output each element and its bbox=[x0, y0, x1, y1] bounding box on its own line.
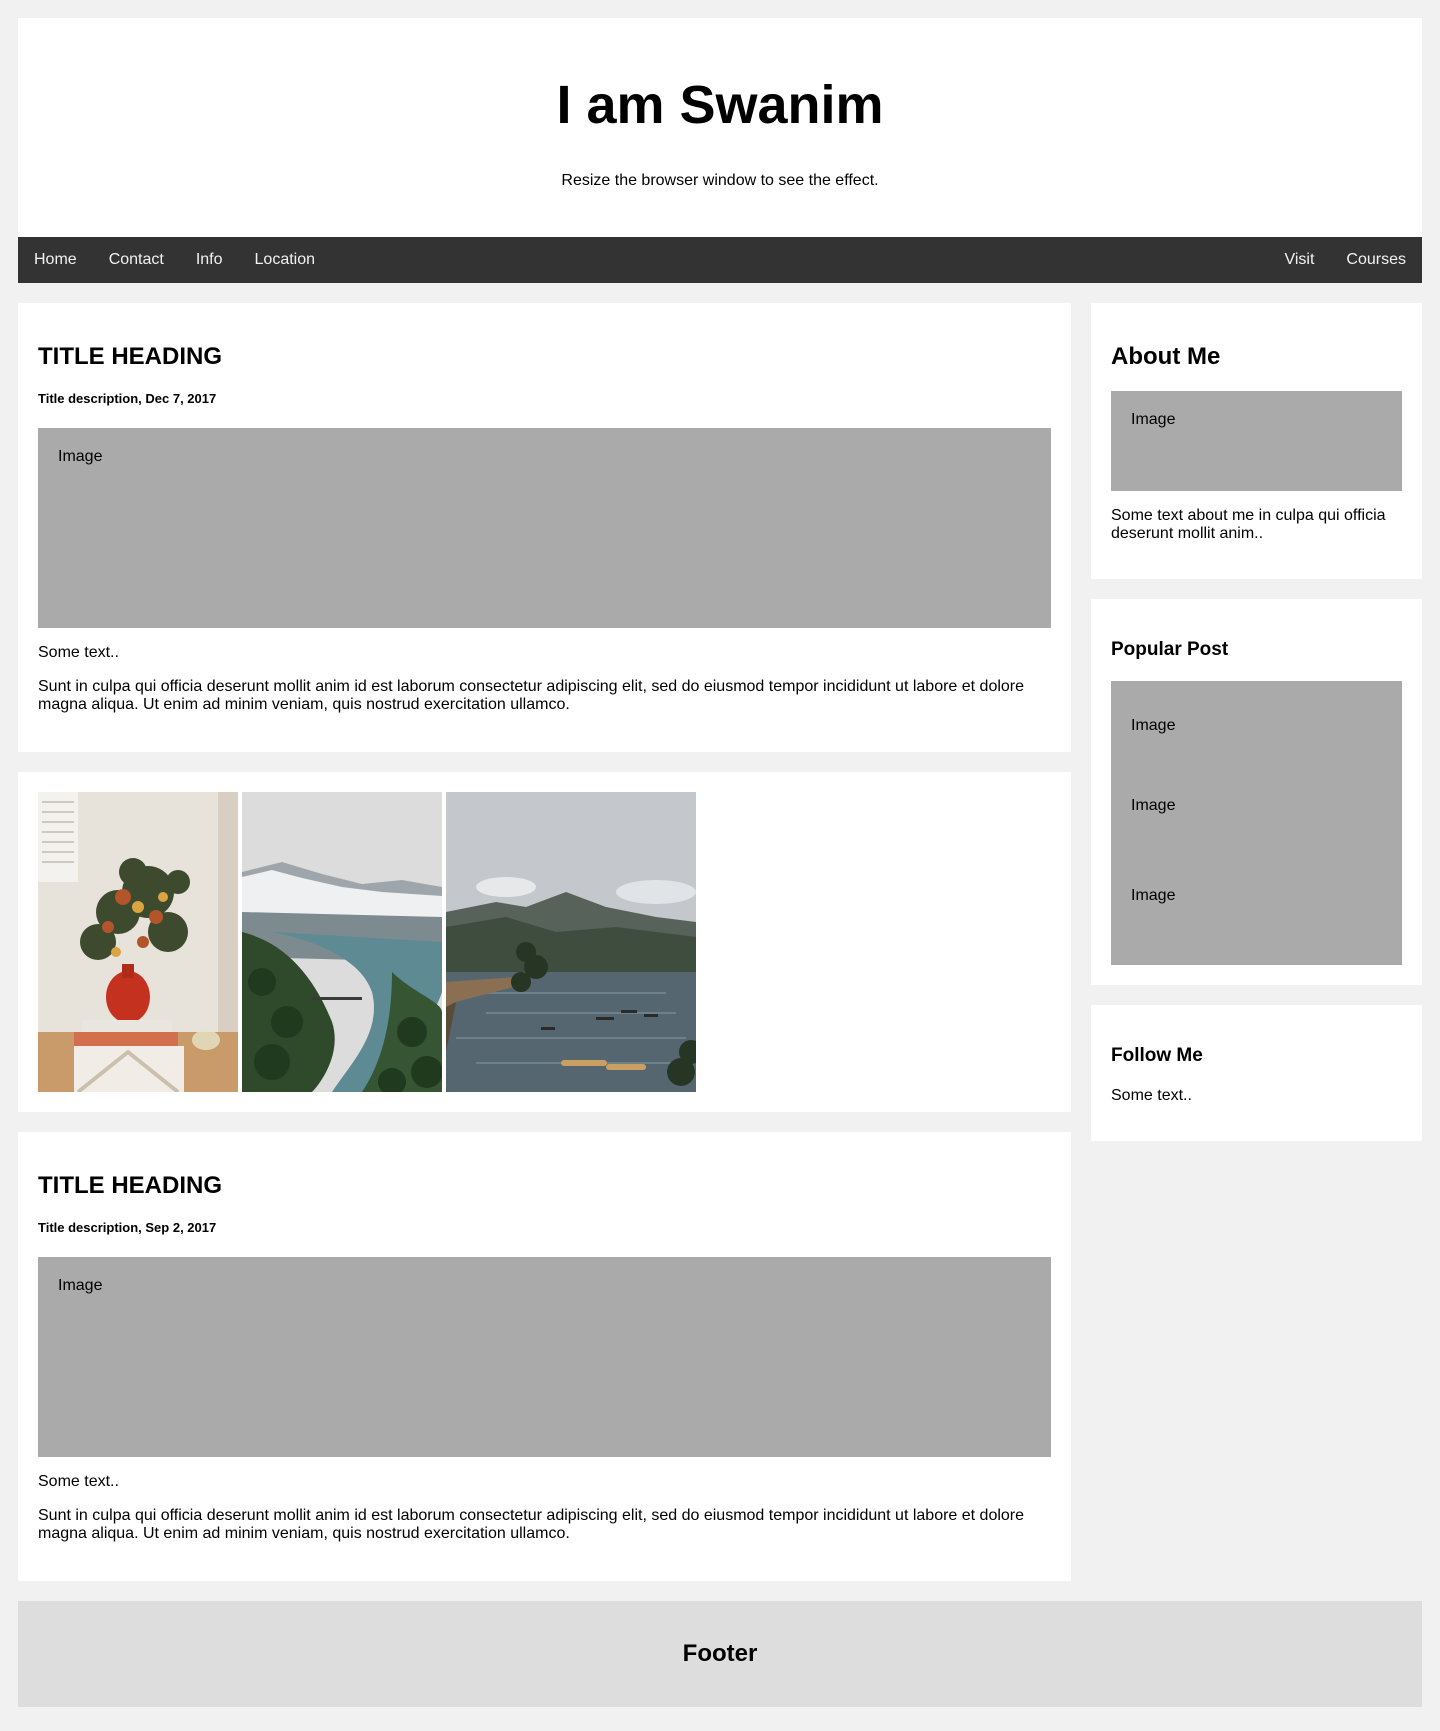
post-lead: Some text.. bbox=[38, 1473, 119, 1490]
nav-link-visit[interactable]: Visit bbox=[1268, 237, 1330, 283]
popular-post-card: Popular Post Image Image Image bbox=[1091, 599, 1422, 985]
image-label: Image bbox=[58, 448, 103, 465]
follow-title: Follow Me bbox=[1111, 1045, 1203, 1066]
popular-post-image-2[interactable]: Image bbox=[1131, 773, 1382, 863]
page-subtitle: Resize the browser window to see the eff… bbox=[561, 172, 879, 189]
about-title: About Me bbox=[1111, 343, 1221, 370]
lake-kayaks-photo bbox=[446, 792, 696, 1092]
nav-link-location[interactable]: Location bbox=[239, 237, 332, 283]
gallery-card bbox=[18, 772, 1071, 1112]
footer: Footer bbox=[18, 1601, 1422, 1707]
footer-title: Footer bbox=[682, 1640, 758, 1667]
post-title: TITLE HEADING bbox=[38, 343, 222, 370]
header: I am Swanim Resize the browser window to… bbox=[18, 18, 1422, 237]
top-nav: Home Contact Info Location Visit Courses bbox=[18, 237, 1422, 283]
post-body: Sunt in culpa qui officia deserunt molli… bbox=[38, 1507, 1025, 1542]
nav-left-group: Home Contact Info Location bbox=[18, 237, 331, 283]
post-image-placeholder: Image bbox=[38, 428, 1051, 628]
post-card: TITLE HEADING Title description, Sep 2, … bbox=[18, 1132, 1071, 1581]
page-title: I am Swanim bbox=[556, 75, 884, 135]
follow-text: Some text.. bbox=[1111, 1087, 1192, 1104]
popular-post-images: Image Image Image bbox=[1111, 681, 1402, 965]
post-meta: Title description, Dec 7, 2017 bbox=[38, 391, 217, 406]
post-meta: Title description, Sep 2, 2017 bbox=[38, 1220, 217, 1235]
sidebar: About Me Image Some text about me in cul… bbox=[1091, 303, 1422, 1601]
post-title: TITLE HEADING bbox=[38, 1172, 222, 1199]
popular-post-image-1[interactable]: Image bbox=[1131, 701, 1382, 773]
about-text: Some text about me in culpa qui officia … bbox=[1111, 507, 1386, 542]
follow-card: Follow Me Some text.. bbox=[1091, 1005, 1422, 1141]
post-image-placeholder: Image bbox=[38, 1257, 1051, 1457]
flowers-vase-photo bbox=[38, 792, 238, 1092]
popular-post-image-3[interactable]: Image bbox=[1131, 863, 1382, 953]
about-image-placeholder: Image bbox=[1111, 391, 1402, 491]
image-label: Image bbox=[1131, 411, 1176, 428]
nav-link-courses[interactable]: Courses bbox=[1330, 237, 1422, 283]
nav-link-info[interactable]: Info bbox=[180, 237, 239, 283]
main-column: TITLE HEADING Title description, Dec 7, … bbox=[18, 303, 1071, 1601]
post-body: Sunt in culpa qui officia deserunt molli… bbox=[38, 678, 1025, 713]
mountain-river-photo bbox=[242, 792, 442, 1092]
popular-post-title: Popular Post bbox=[1111, 639, 1229, 660]
post-card: TITLE HEADING Title description, Dec 7, … bbox=[18, 303, 1071, 752]
nav-link-home[interactable]: Home bbox=[18, 237, 93, 283]
nav-right-group: Visit Courses bbox=[1268, 237, 1422, 283]
photo-gallery bbox=[38, 792, 1051, 1092]
about-card: About Me Image Some text about me in cul… bbox=[1091, 303, 1422, 579]
post-lead: Some text.. bbox=[38, 644, 119, 661]
nav-link-contact[interactable]: Contact bbox=[93, 237, 180, 283]
image-label: Image bbox=[58, 1277, 103, 1294]
content-row: TITLE HEADING Title description, Dec 7, … bbox=[18, 303, 1422, 1601]
